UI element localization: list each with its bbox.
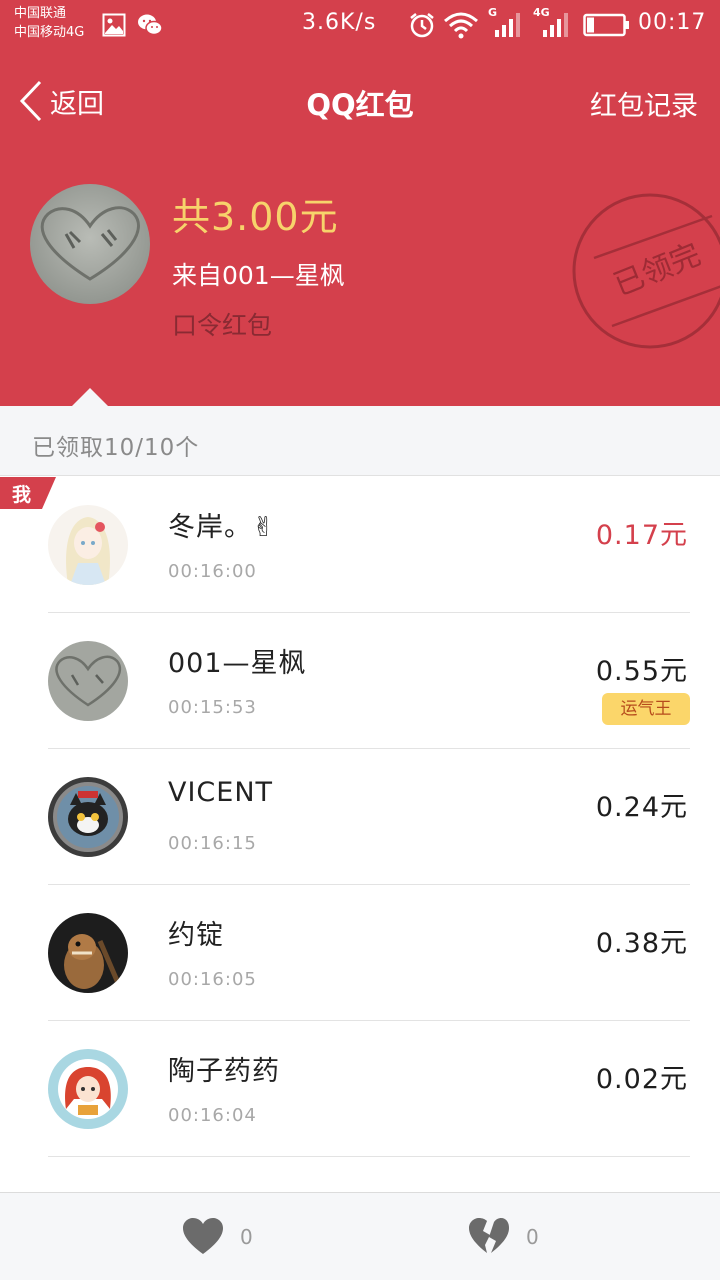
claim-amount: 0.17元 xyxy=(595,520,688,551)
records-button[interactable]: 红包记录 xyxy=(590,84,698,123)
sender-line: 来自001—星枫 xyxy=(172,261,345,290)
claim-amount: 0.24元 xyxy=(595,792,688,823)
avatar[interactable] xyxy=(48,1049,128,1129)
battery-icon xyxy=(583,13,629,37)
list-item[interactable]: 001—星枫 00:15:53 0.55元 运气王 xyxy=(0,613,720,749)
network-speed: 3.6K/s xyxy=(302,10,377,35)
alarm-icon xyxy=(410,13,434,38)
signal-icon xyxy=(543,13,568,37)
recipient-name: 001—星枫 xyxy=(168,648,307,679)
list-item[interactable]: 我 冬岸。✌ 00:16:00 0.17元 xyxy=(0,477,720,613)
recipient-list: 我 冬岸。✌ 00:16:00 0.17元 001—星枫 00:15:53 0.… xyxy=(0,477,720,1157)
red-packet-header: 共3.00元 来自001—星枫 口令红包 已领完 xyxy=(0,150,720,406)
list-item[interactable]: 约锭 00:16:05 0.38元 xyxy=(0,885,720,1021)
navigation-bar: 返回 QQ红包 红包记录 xyxy=(0,50,720,150)
claim-amount: 0.38元 xyxy=(595,928,688,959)
redhead-avatar xyxy=(48,1049,128,1129)
claim-time: 00:15:53 xyxy=(168,697,257,718)
claim-amount: 0.02元 xyxy=(595,1064,688,1095)
list-item[interactable]: VICENT 00:16:15 0.24元 xyxy=(0,749,720,885)
claimed-summary: 已领取10/10个 xyxy=(0,406,720,476)
carrier-info: 中国联通 中国移动4G xyxy=(14,4,84,42)
claim-amount: 0.55元 xyxy=(595,656,688,687)
gallery-icon xyxy=(102,13,126,37)
clock: 00:17 xyxy=(638,10,707,35)
cat-avatar xyxy=(48,777,128,857)
sender-avatar-image xyxy=(30,184,150,304)
header-notch xyxy=(72,388,108,406)
like-count: 0 xyxy=(240,1225,253,1249)
claim-time: 00:16:00 xyxy=(168,561,257,582)
claim-time: 00:16:04 xyxy=(168,1105,257,1126)
recipient-name: 冬岸。✌ xyxy=(168,512,276,543)
dislike-button[interactable]: 0 xyxy=(468,1215,539,1259)
recipient-name: 约锭 xyxy=(168,920,224,951)
bottom-bar: 0 0 xyxy=(0,1192,720,1280)
dislike-count: 0 xyxy=(526,1225,539,1249)
chipmunk-avatar xyxy=(48,913,128,993)
packet-type: 口令红包 xyxy=(172,311,273,340)
avatar[interactable] xyxy=(30,184,150,304)
recipient-name: VICENT xyxy=(168,777,274,808)
claim-time: 00:16:05 xyxy=(168,969,257,990)
avatar[interactable] xyxy=(48,505,128,585)
total-amount: 共3.00元 xyxy=(172,195,339,239)
claim-time: 00:16:15 xyxy=(168,833,257,854)
heart-icon xyxy=(183,1218,223,1254)
recipient-name: 陶子药药 xyxy=(168,1056,280,1087)
luck-king-badge: 运气王 xyxy=(602,693,690,725)
like-button[interactable]: 0 xyxy=(182,1215,253,1259)
avatar[interactable] xyxy=(48,777,128,857)
broken-heart-icon xyxy=(469,1218,509,1253)
wechat-icon xyxy=(138,14,163,36)
divider xyxy=(48,1156,690,1157)
avatar[interactable] xyxy=(48,641,128,721)
anime-girl-avatar xyxy=(48,505,128,585)
claimed-count: 已领取10/10个 xyxy=(32,435,200,461)
sand-heart-avatar xyxy=(48,641,128,721)
status-bar: 中国联通 中国移动4G 3.6K/s G 4G 00:17 xyxy=(0,0,720,50)
list-item[interactable]: 陶子药药 00:16:04 0.02元 xyxy=(0,1021,720,1157)
carrier-2: 中国移动4G xyxy=(14,25,85,40)
me-tag: 我 xyxy=(12,484,32,506)
wifi-icon xyxy=(444,12,478,39)
avatar[interactable] xyxy=(48,913,128,993)
signal-icon xyxy=(495,13,520,37)
carrier-1: 中国联通 xyxy=(14,6,67,21)
